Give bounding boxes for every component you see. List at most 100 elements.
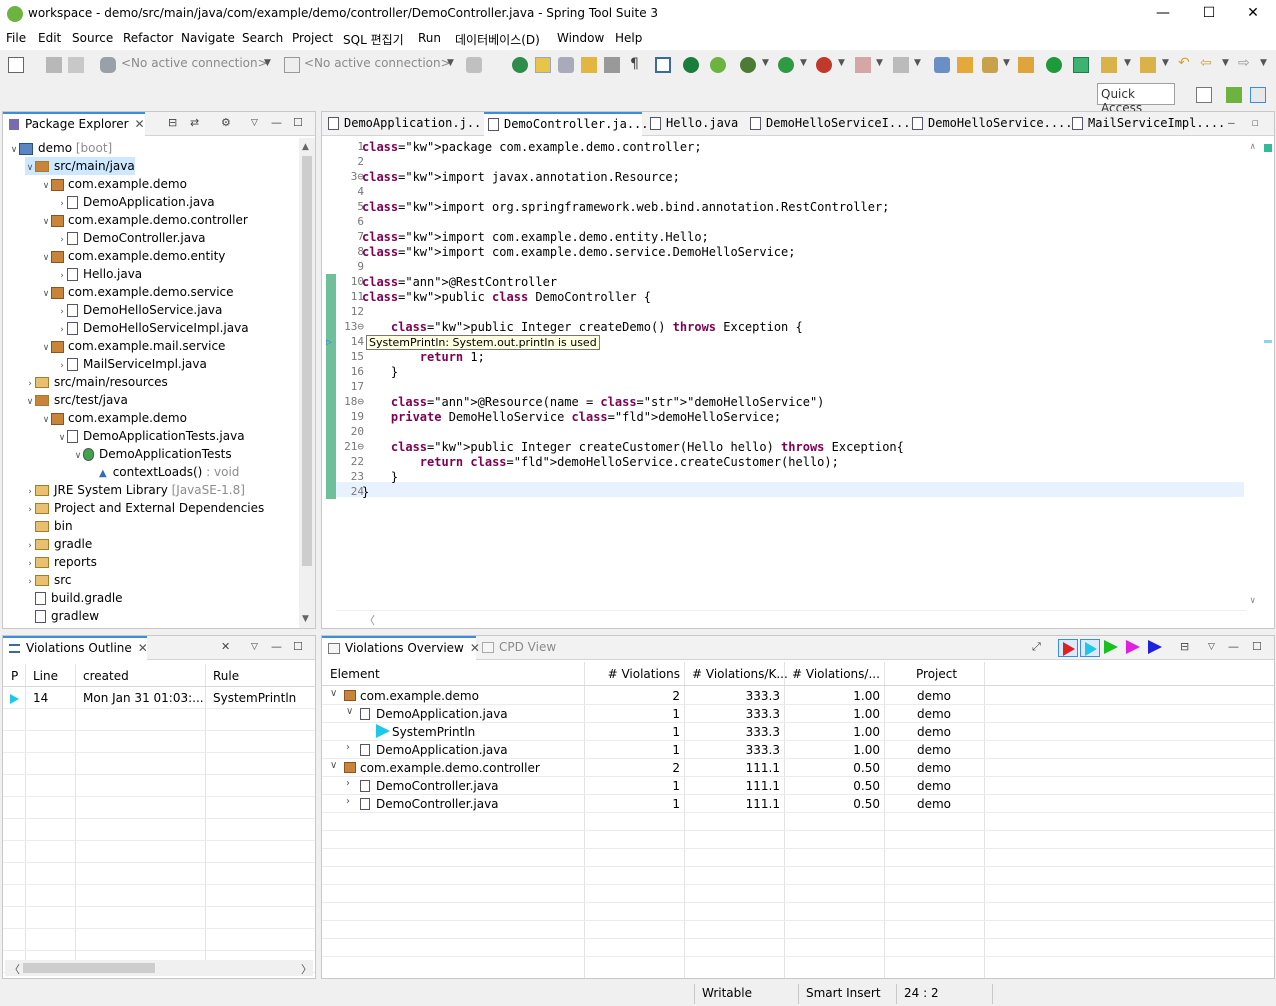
chevron-down-icon[interactable]: ▼ [1222, 58, 1229, 68]
expanded-chevron-icon[interactable]: ∨ [73, 447, 83, 465]
column-rule[interactable]: Rule [213, 669, 239, 683]
tree-item[interactable]: › DemoController.java [57, 229, 206, 247]
code-line[interactable]: return 1; [362, 350, 485, 364]
priority-1-filter-icon[interactable] [1058, 639, 1078, 657]
close-tab-icon[interactable]: ✕ [138, 641, 148, 655]
overview-ruler-marker[interactable] [1264, 340, 1272, 343]
minimize-button[interactable]: — [1140, 0, 1186, 28]
tree-item[interactable]: ∨ com.example.demo.service [41, 283, 234, 301]
expand-icon[interactable]: ⤢ [1032, 640, 1041, 654]
tree-item[interactable]: ∨ DemoApplicationTests [73, 445, 232, 463]
maximize-panel-icon[interactable]: ☐ [1252, 640, 1262, 653]
chevron-down-icon[interactable]: ▼ [1124, 58, 1131, 68]
tree-item[interactable]: › gradle [25, 535, 92, 553]
table-row[interactable]: ∨ com.example.demo 2 333.3 1.00 demo [322, 687, 1272, 705]
close-button[interactable]: ✕ [1230, 0, 1276, 28]
editor-tab-demohelloserviceimpl[interactable]: DemoHelloServiceI... [750, 112, 911, 136]
next-annotation-icon[interactable] [1101, 57, 1117, 73]
collapse-all-icon[interactable]: ⊟ [168, 116, 177, 129]
editor-tab-demohelloservice[interactable]: DemoHelloService.... [912, 112, 1073, 136]
tree-item[interactable]: ∨ demo [boot] [9, 139, 113, 159]
chevron-down-icon[interactable]: ▼ [914, 58, 921, 68]
disconnect-icon[interactable] [893, 57, 909, 73]
menu-file[interactable]: File [6, 31, 26, 45]
chevron-down-icon[interactable]: ▼ [264, 58, 271, 68]
minimize-panel-icon[interactable]: — [271, 116, 282, 129]
scroll-right-icon[interactable]: 〉 [301, 961, 312, 977]
column-project[interactable]: Project [916, 667, 957, 681]
open-type-icon[interactable] [512, 57, 528, 73]
priority-4-filter-icon[interactable] [1126, 640, 1140, 654]
maximize-panel-icon[interactable]: ☐ [1252, 116, 1259, 129]
menu-edit[interactable]: Edit [38, 31, 61, 45]
column-line[interactable]: Line [33, 669, 58, 683]
tree-item[interactable]: › Project and External Dependencies [25, 499, 264, 517]
tree-item[interactable]: ∨ com.example.demo.entity [41, 247, 226, 267]
spring-perspective-icon[interactable] [1226, 87, 1242, 103]
expanded-chevron-icon[interactable]: ∨ [41, 249, 51, 267]
code-line[interactable]: } [362, 470, 398, 484]
tab-violations-outline[interactable]: Violations Outline ✕ [3, 636, 148, 661]
menu-sql-editor[interactable]: SQL 편집기 [343, 31, 404, 48]
table-row[interactable]: SystemPrintln 1 333.3 1.00 demo [322, 723, 1272, 741]
expanded-chevron-icon[interactable]: ∨ [25, 393, 35, 411]
close-tab-icon[interactable]: ✕ [470, 641, 480, 655]
pilcrow-icon[interactable]: ¶ [630, 56, 639, 72]
expanded-chevron-icon[interactable]: ∨ [25, 159, 35, 177]
tree-item[interactable]: › Hello.java [57, 265, 142, 283]
close-tab-icon[interactable]: ✕ [135, 117, 145, 131]
expanded-chevron-icon[interactable]: ∨ [9, 141, 19, 159]
tree-item[interactable]: ∨ com.example.demo [41, 175, 187, 193]
table-row[interactable]: › DemoController.java 1 111.1 0.50 demo [322, 777, 1272, 795]
last-edit-icon[interactable]: ↶ [1178, 55, 1190, 71]
chevron-down-icon[interactable]: ▼ [800, 58, 807, 68]
code-line[interactable]: } [362, 365, 398, 379]
menu-project[interactable]: Project [292, 31, 333, 45]
scroll-up-icon[interactable]: ▲ [302, 142, 309, 152]
table-row[interactable]: ∨ com.example.demo.controller 2 111.1 0.50 de… [322, 759, 1272, 777]
scroll-down-icon[interactable]: ∨ [1250, 596, 1255, 606]
code-line[interactable]: private DemoHelloService class="fld">dem… [362, 410, 781, 424]
menu-window[interactable]: Window [557, 31, 604, 45]
code-line[interactable]: } [362, 485, 369, 499]
tree-item[interactable]: bin [25, 517, 73, 535]
collapsed-chevron-icon[interactable]: › [346, 778, 350, 789]
tab-package-explorer[interactable]: Package Explorer ✕ [3, 112, 145, 137]
tab-violations-overview[interactable]: Violations Overview ✕ [322, 636, 480, 661]
code-line[interactable]: class="kw">import org.springframework.we… [362, 200, 889, 214]
scroll-thumb[interactable] [23, 963, 155, 973]
open-folder-icon[interactable] [957, 57, 973, 73]
table-row[interactable]: › DemoController.java 1 111.1 0.50 demo [322, 795, 1272, 813]
editor-tab-democontroller[interactable]: DemoController.ja...✕ [484, 112, 662, 137]
quick-access-input[interactable]: Quick Access [1097, 83, 1175, 115]
table-row[interactable]: ∨ DemoApplication.java 1 333.3 1.00 demo [322, 705, 1272, 723]
chevron-down-icon[interactable]: ▼ [876, 58, 883, 68]
column-p[interactable]: P [11, 669, 18, 683]
maximize-button[interactable]: ☐ [1186, 0, 1232, 28]
editor-tab-demoapplication[interactable]: DemoApplication.j... [328, 112, 489, 136]
open-perspective-icon[interactable] [1196, 87, 1212, 103]
tree-item[interactable]: ∨ src/test/java [25, 391, 128, 409]
connection-combo-2[interactable]: <No active connection> [304, 56, 451, 74]
column-element[interactable]: Element [330, 667, 380, 681]
annotation-icon[interactable] [581, 57, 597, 73]
code-line[interactable]: class="ann">@RestController [362, 275, 557, 289]
column-violations[interactable]: # Violations [584, 667, 680, 681]
folder-open-icon[interactable] [1018, 57, 1034, 73]
tree-item[interactable]: gradlew [25, 607, 99, 625]
search-tool-icon[interactable] [982, 57, 998, 73]
scroll-thumb[interactable] [302, 156, 312, 566]
green-dot-icon[interactable] [1046, 57, 1062, 73]
external-tools-icon[interactable] [816, 57, 832, 73]
code-line[interactable]: return class="fld">demoHelloService.crea… [362, 455, 839, 469]
column-created[interactable]: created [83, 669, 129, 683]
priority-2-filter-icon[interactable] [1080, 639, 1100, 657]
tree-item[interactable]: ∨ DemoApplicationTests.java [57, 427, 245, 445]
tree-item[interactable]: › DemoHelloServiceImpl.java [57, 319, 249, 337]
tree-item[interactable]: › DemoApplication.java [57, 193, 215, 211]
code-line[interactable]: class="kw">package com.example.demo.cont… [362, 140, 702, 154]
collapsed-chevron-icon[interactable]: › [346, 742, 350, 753]
chevron-down-icon[interactable]: ▼ [1003, 58, 1010, 68]
maximize-panel-icon[interactable]: ☐ [293, 116, 303, 129]
tree-item[interactable]: › DemoHelloService.java [57, 301, 222, 319]
